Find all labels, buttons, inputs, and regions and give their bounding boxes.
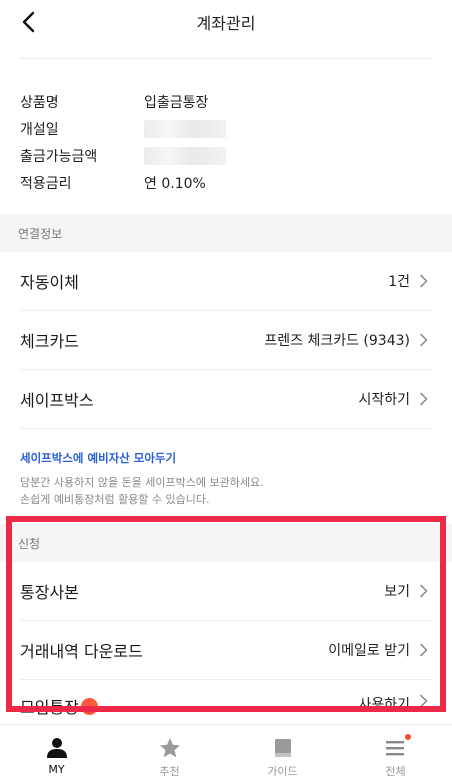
tab-my[interactable]: MY [0,725,113,780]
row-label: 통장사본 [20,583,79,602]
row-value: 보기 [384,584,410,600]
info-label: 상품명 [20,94,59,111]
check-card-row[interactable]: 체크카드 프렌즈 체크카드 (9343) [0,311,452,369]
promo-text-line: 손쉽게 예비통장처럼 활용할 수 있습니다. [20,493,210,506]
app-header: 계좌관리 [0,0,452,44]
info-label: 개설일 [20,121,59,138]
book-icon [274,739,291,757]
info-value: 연 0.10% [144,175,206,192]
page-title: 계좌관리 [196,14,256,33]
auto-transfer-row[interactable]: 자동이체 1건 [0,252,452,310]
chevron-right-icon [416,643,430,657]
account-info: 상품명 입출금통장 개설일 출금가능금액 적용금리 연 0.10% [20,88,432,196]
info-row-rate: 적용금리 연 0.10% [20,169,432,196]
row-value: 사용하기 [358,697,410,713]
bottom-tab-bar: MY 추천 가이드 전체 [0,724,452,780]
row-label: 자동이체 [20,273,79,292]
tab-label: 전체 [385,765,406,778]
group-account-label: 모임통장 [20,698,79,717]
tab-label: MY [48,763,65,776]
row-value: 1건 [388,274,410,290]
group-account-row[interactable]: 모임통장 사용하기 [0,680,452,724]
info-row-product: 상품명 입출금통장 [20,88,432,115]
tab-label: 가이드 [267,765,298,778]
person-icon [46,738,67,758]
info-row-balance: 출금가능금액 [20,142,432,169]
menu-icon [385,741,404,756]
redacted-value [144,119,226,138]
chevron-right-icon [416,392,430,406]
redacted-value [144,146,226,165]
tab-label: 추천 [159,765,180,778]
row-value: 이메일로 받기 [328,643,410,659]
row-label: 거래내역 다운로드 [20,642,143,661]
info-row-open-date: 개설일 [20,115,432,142]
star-icon [159,738,180,758]
transaction-download-row[interactable]: 거래내역 다운로드 이메일로 받기 [0,621,452,679]
bankbook-copy-row[interactable]: 통장사본 보기 [0,562,452,620]
row-label: 체크카드 [20,332,79,351]
row-label: 세이프박스 [20,391,94,410]
safebox-row[interactable]: 세이프박스 시작하기 [0,370,452,428]
top-divider [20,58,432,59]
info-label: 출금가능금액 [20,148,98,165]
row-divider [20,428,432,429]
row-value: 시작하기 [358,392,410,408]
tab-guide[interactable]: 가이드 [226,725,339,780]
chevron-right-icon [416,333,430,347]
safebox-promo: 세이프박스에 예비자산 모아두기 당분간 사용하지 않을 돈을 세이프박스에 보… [20,450,432,508]
row-value: 프렌즈 체크카드 (9343) [264,333,410,349]
section-header-apply: 신청 [0,524,452,562]
back-button[interactable] [14,8,42,36]
new-badge-icon [80,697,98,715]
back-arrow-icon [22,11,35,33]
notification-dot [405,734,411,740]
tab-all[interactable]: 전체 [339,725,452,780]
promo-text-line: 당분간 사용하지 않을 돈을 세이프박스에 보관하세요. [20,476,264,489]
info-label: 적용금리 [20,175,72,192]
chevron-right-icon [416,274,430,288]
info-value: 입출금통장 [144,94,209,111]
chevron-right-icon [416,694,430,708]
chevron-right-icon [416,584,430,598]
safebox-promo-link[interactable]: 세이프박스에 예비자산 모아두기 [20,450,432,466]
section-header-linked: 연결정보 [0,214,452,252]
tab-recommend[interactable]: 추천 [113,725,226,780]
row-label: 모임통장 [20,694,358,718]
